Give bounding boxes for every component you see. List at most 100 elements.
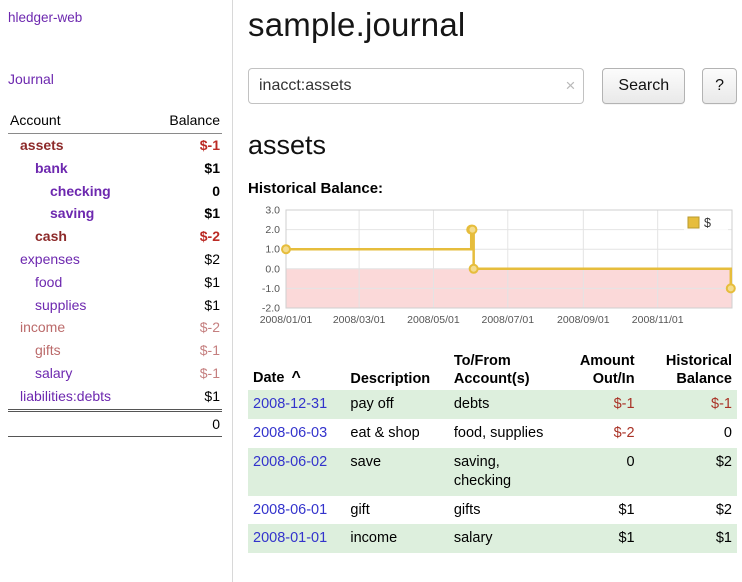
sidebar: hledger-web Journal Account Balance asse…	[0, 0, 233, 582]
brand-link[interactable]: hledger-web	[8, 10, 222, 25]
account-row: liabilities:debts $1	[8, 385, 222, 408]
account-link-supplies[interactable]: supplies	[10, 297, 86, 314]
account-balance: $1	[204, 388, 220, 405]
transaction-description: income	[345, 524, 448, 553]
page-title: sample.journal	[248, 6, 737, 44]
data-point-marker	[727, 284, 735, 292]
account-link-gifts[interactable]: gifts	[10, 342, 61, 359]
data-point-marker	[282, 245, 290, 253]
account-link-saving[interactable]: saving	[10, 205, 94, 222]
account-balance: 0	[212, 183, 220, 200]
y-tick-label: 3.0	[265, 205, 280, 217]
account-balance: $1	[204, 297, 220, 314]
transaction-date-link[interactable]: 2008-12-31	[253, 396, 327, 412]
account-row: checking 0	[8, 180, 222, 203]
transaction-row: 2008-06-02savesaving, checking0$2	[248, 448, 737, 496]
total-row: 0	[8, 409, 222, 437]
y-tick-label: 2.0	[265, 224, 280, 236]
table-header-accounts: To/From Account(s)	[449, 350, 557, 390]
account-row: expenses $2	[8, 248, 222, 271]
account-link-checking[interactable]: checking	[10, 183, 111, 200]
account-row: saving $1	[8, 202, 222, 225]
legend-label: $	[704, 216, 711, 230]
register-rows: 2008-12-31pay offdebts$-1$-12008-06-03ea…	[248, 390, 737, 553]
transaction-amount: $-1	[556, 390, 639, 419]
transaction-amount: $1	[556, 496, 639, 525]
y-tick-label: -2.0	[262, 303, 280, 315]
transaction-date-link[interactable]: 2008-06-03	[253, 425, 327, 441]
transaction-row: 2008-06-01 giftgifts$1$2	[248, 496, 737, 525]
account-row: food $1	[8, 271, 222, 294]
account-balance: $-1	[200, 342, 220, 359]
x-tick-label: 2008/03/01	[333, 314, 386, 326]
transaction-balance: 0	[640, 419, 737, 448]
account-row: bank $1	[8, 157, 222, 180]
transaction-description: save	[345, 448, 448, 496]
x-tick-label: 2008/05/01	[407, 314, 460, 326]
transaction-description: gift	[345, 496, 448, 525]
table-header-amount: Amount Out/In	[556, 350, 639, 390]
transaction-balance: $1	[640, 524, 737, 553]
account-row: income$-2	[8, 316, 222, 339]
transaction-accounts: food, supplies	[449, 419, 557, 448]
account-link-income[interactable]: income	[10, 319, 65, 336]
account-balance: $1	[204, 274, 220, 291]
register-table-header-row: Date^ Description To/From Account(s) Amo…	[248, 350, 737, 390]
transaction-accounts: salary	[449, 524, 557, 553]
sidebar-nav: Journal	[8, 25, 222, 89]
legend-swatch	[688, 217, 699, 228]
transaction-balance: $2	[640, 496, 737, 525]
search-button[interactable]: Search	[602, 68, 685, 104]
account-balance: $-1	[200, 137, 220, 154]
account-row: assets $-1	[8, 134, 222, 157]
transaction-accounts: gifts	[449, 496, 557, 525]
search-input[interactable]	[248, 68, 584, 104]
account-link-food[interactable]: food	[10, 274, 62, 291]
transaction-accounts: saving, checking	[449, 448, 557, 496]
account-balance: $2	[204, 251, 220, 268]
account-balance: $-2	[200, 228, 220, 245]
table-header-date[interactable]: Date^	[248, 350, 345, 390]
clear-search-icon[interactable]: ×	[565, 77, 575, 94]
account-tree: assets $-1 bank $1 checking 0 saving $1 cash $-2 e…	[8, 134, 222, 408]
transaction-row: 2008-06-03 eat & shopfood, supplies$-20	[248, 419, 737, 448]
account-link-expenses[interactable]: expenses	[10, 251, 80, 268]
transaction-accounts: debts	[449, 390, 557, 419]
account-balance: $-1	[200, 365, 220, 382]
transaction-row: 2008-01-01incomesalary$1$1	[248, 524, 737, 553]
data-point-marker	[468, 226, 476, 234]
transaction-date-link[interactable]: 2008-01-01	[253, 530, 327, 546]
account-link-assets[interactable]: assets	[10, 137, 64, 154]
x-tick-label: 2008/09/01	[557, 314, 610, 326]
x-tick-label: 2008/07/01	[482, 314, 535, 326]
account-balance: $1	[204, 160, 220, 177]
data-point-marker	[470, 265, 478, 273]
transaction-date-link[interactable]: 2008-06-01	[253, 502, 327, 518]
account-link-salary[interactable]: salary	[10, 365, 72, 382]
account-balance-table: Account Balance assets $-1 bank $1 checking 0…	[8, 109, 222, 437]
account-row: salary $-1	[8, 362, 222, 385]
search-input-wrap: ×	[248, 68, 584, 104]
transaction-description: pay off	[345, 390, 448, 419]
account-link-cash[interactable]: cash	[10, 228, 67, 245]
x-tick-label: 2008/11/01	[632, 314, 684, 326]
transaction-date-link[interactable]: 2008-06-02	[253, 454, 327, 470]
transaction-row: 2008-12-31pay offdebts$-1$-1	[248, 390, 737, 419]
app-window: hledger-web Journal Account Balance asse…	[0, 0, 742, 582]
transaction-amount: $1	[556, 524, 639, 553]
account-balance: $1	[204, 205, 220, 222]
y-tick-label: 0.0	[265, 263, 280, 275]
y-tick-label: 1.0	[265, 244, 280, 256]
historical-balance-chart: 3.02.01.00.0-1.0-2.02008/01/012008/03/01…	[248, 202, 738, 334]
nav-journal-link[interactable]: Journal	[8, 71, 54, 87]
help-button[interactable]: ?	[702, 68, 737, 104]
account-heading: assets	[248, 130, 737, 161]
account-table-header: Account Balance	[8, 109, 222, 134]
date-header-label: Date	[253, 370, 284, 386]
chart-title: Historical Balance:	[248, 180, 737, 197]
transaction-amount: $-2	[556, 419, 639, 448]
account-link-bank[interactable]: bank	[10, 160, 68, 177]
transaction-description: eat & shop	[345, 419, 448, 448]
account-column-header: Account	[10, 112, 61, 128]
account-link-liabilities-debts[interactable]: liabilities:debts	[10, 388, 111, 405]
